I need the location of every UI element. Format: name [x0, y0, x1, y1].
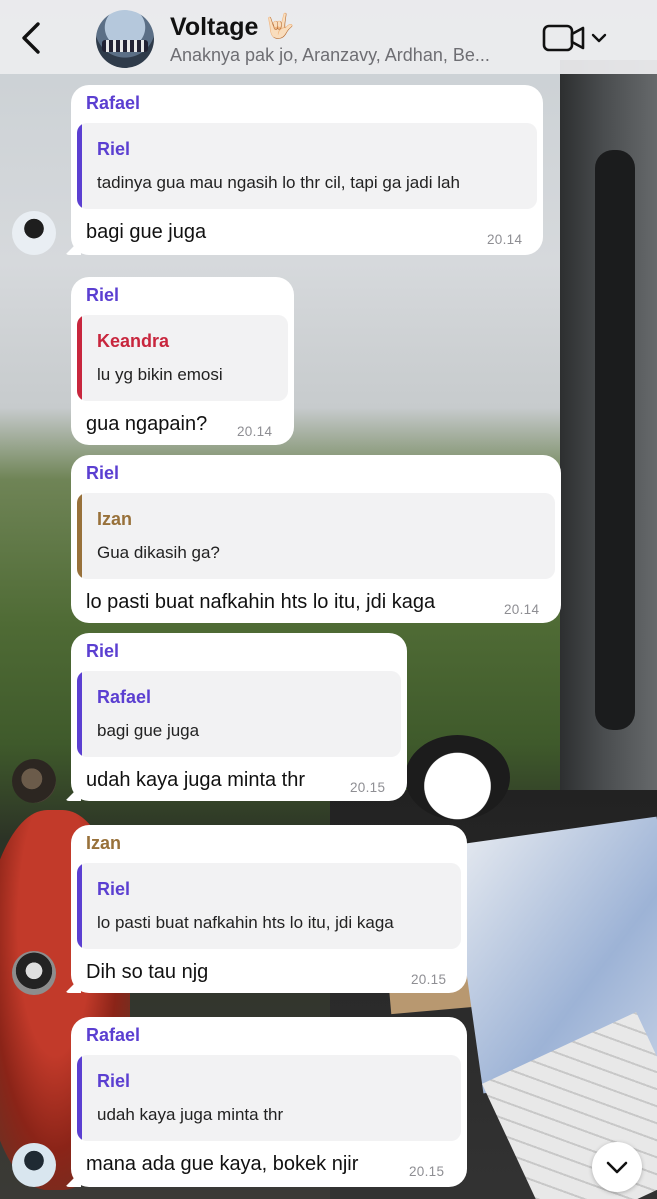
reply-quote[interactable]: Riel tadinya gua mau ngasih lo thr cil, …	[77, 123, 537, 209]
reply-quote-text: lu yg bikin emosi	[97, 365, 223, 384]
video-camera-icon	[542, 24, 585, 52]
message-sender-name[interactable]: Riel	[86, 463, 119, 484]
reply-quote[interactable]: Keandra lu yg bikin emosi	[77, 315, 288, 401]
message-bubble[interactable]: Riel Izan Gua dikasih ga? lo pasti buat …	[71, 455, 561, 623]
sender-avatar[interactable]	[12, 951, 56, 995]
sender-avatar[interactable]	[12, 759, 56, 803]
reply-quote-bar	[77, 863, 82, 949]
message-bubble[interactable]: Rafael Riel udah kaya juga minta thr man…	[65, 1017, 467, 1187]
message-text: bagi gue juga	[86, 221, 207, 243]
message-time: 20.14	[487, 232, 523, 247]
message-sender-name[interactable]: Izan	[86, 833, 121, 854]
message-text: udah kaya juga minta thr	[86, 769, 306, 791]
message-text: Dih so tau njg	[86, 961, 209, 983]
scroll-to-bottom-button[interactable]	[592, 1142, 642, 1192]
message-bubble[interactable]: Rafael Riel tadinya gua mau ngasih lo th…	[65, 85, 543, 255]
back-button[interactable]	[14, 18, 48, 58]
message-time: 20.15	[350, 780, 386, 795]
message-time: 20.14	[237, 424, 273, 439]
message-text: lo pasti buat nafkahin hts lo itu, jdi k…	[86, 591, 436, 613]
reply-quote-name: Riel	[97, 139, 131, 159]
message-sender-name[interactable]: Rafael	[86, 93, 140, 114]
message-bubble[interactable]: Izan Riel lo pasti buat nafkahin hts lo …	[65, 825, 467, 993]
sender-avatar[interactable]	[12, 211, 56, 255]
wallpaper-window-pane	[595, 150, 635, 730]
chat-title-emoji: 🤟🏻	[264, 13, 295, 40]
message-bubble[interactable]: Riel Rafael bagi gue juga udah kaya juga…	[65, 633, 407, 801]
chevron-down-icon	[591, 33, 607, 43]
reply-quote-text: tadinya gua mau ngasih lo thr cil, tapi …	[97, 173, 460, 192]
message-bubble[interactable]: Riel Keandra lu yg bikin emosi gua ngapa…	[71, 277, 294, 445]
chat-title-text: Voltage	[170, 13, 259, 41]
reply-quote-name: Riel	[97, 1071, 131, 1091]
reply-quote[interactable]: Izan Gua dikasih ga?	[77, 493, 555, 579]
message-time: 20.14	[504, 602, 540, 617]
reply-quote-name: Keandra	[97, 331, 170, 351]
reply-quote-text: bagi gue juga	[97, 721, 200, 740]
reply-quote-bar	[77, 315, 82, 401]
reply-quote[interactable]: Rafael bagi gue juga	[77, 671, 401, 757]
message-time: 20.15	[409, 1164, 445, 1179]
reply-quote-text: lo pasti buat nafkahin hts lo itu, jdi k…	[97, 913, 394, 932]
chat-title-area[interactable]: Voltage 🤟🏻 Anaknya pak jo, Aranzavy, Ard…	[170, 12, 530, 66]
group-avatar[interactable]	[96, 10, 154, 68]
chat-header: Voltage 🤟🏻 Anaknya pak jo, Aranzavy, Ard…	[0, 0, 657, 74]
reply-quote-bar	[77, 493, 82, 579]
message-text: mana ada gue kaya, bokek njir	[86, 1153, 359, 1175]
sender-avatar[interactable]	[12, 1143, 56, 1187]
message-sender-name[interactable]: Riel	[86, 285, 119, 306]
reply-quote-text: udah kaya juga minta thr	[97, 1105, 284, 1124]
message-time: 20.15	[411, 972, 447, 987]
message-sender-name[interactable]: Riel	[86, 641, 119, 662]
video-call-button[interactable]	[542, 20, 608, 56]
reply-quote[interactable]: Riel udah kaya juga minta thr	[77, 1055, 461, 1141]
chevron-left-icon	[22, 22, 40, 54]
wallpaper-plush-toy	[405, 735, 510, 820]
reply-quote-text: Gua dikasih ga?	[97, 543, 220, 562]
reply-quote-bar	[77, 1055, 82, 1141]
message-text: gua ngapain?	[86, 413, 208, 435]
message-sender-name[interactable]: Rafael	[86, 1025, 140, 1046]
reply-quote-name: Rafael	[97, 687, 152, 707]
reply-quote-name: Izan	[97, 509, 133, 529]
reply-quote-name: Riel	[97, 879, 131, 899]
reply-quote[interactable]: Riel lo pasti buat nafkahin hts lo itu, …	[77, 863, 461, 949]
reply-quote-bar	[77, 123, 82, 209]
group-photo-people	[102, 40, 148, 52]
chat-members-subtitle: Anaknya pak jo, Aranzavy, Ardhan, Be...	[170, 45, 490, 65]
chat-title: Voltage 🤟🏻	[170, 12, 530, 42]
reply-quote-bar	[77, 671, 82, 757]
chevron-down-icon	[606, 1161, 628, 1174]
